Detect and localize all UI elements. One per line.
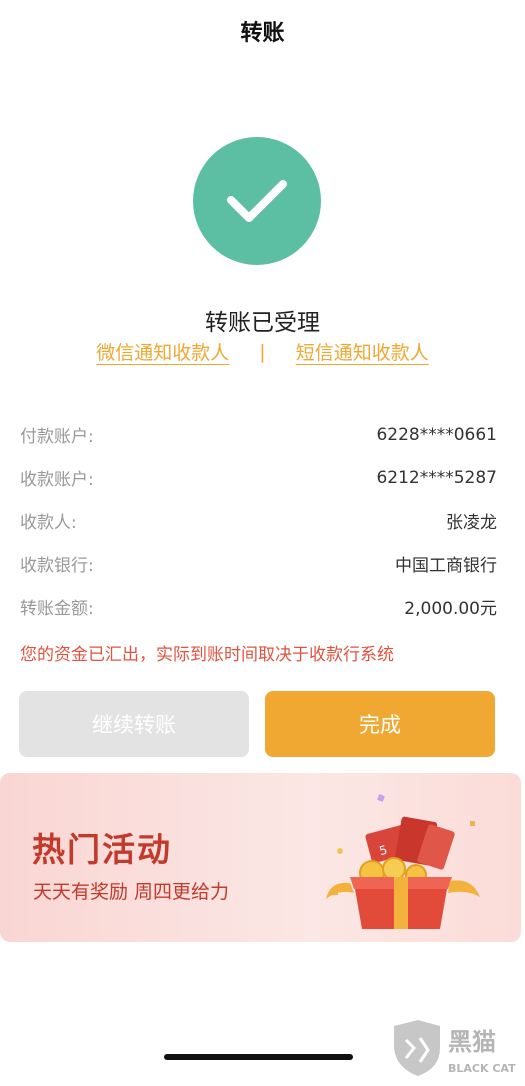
info-value: 中国工商银行 [395,556,497,576]
notify-row: 微信通知收款人 | 短信通知收款人 [0,338,525,365]
info-label: 付款账户: [20,427,94,447]
info-value: 2,000.00元 [404,599,497,619]
status-text: 转账已受理 [205,310,320,336]
info-value: 张凌龙 [446,513,497,533]
info-value: 6228****0661 [376,424,497,445]
home-indicator[interactable] [164,1054,353,1060]
banner-title: 热门活动 [32,830,172,869]
wechat-notify-link[interactable]: 微信通知收款人 [96,338,229,365]
info-row-payee-name: 收款人: 张凌龙 [20,499,497,542]
page-title: 转账 [240,21,285,46]
promo-banner[interactable]: 热门活动 天天有奖励 周四更给力 5 [0,773,521,942]
info-row-payee-bank: 收款银行: 中国工商银行 [20,542,497,585]
success-badge [193,137,321,265]
notify-separator: | [259,340,266,363]
watermark-brand: 黑猫 [448,1028,496,1056]
done-button[interactable]: 完成 [265,691,495,757]
info-label: 收款账户: [20,470,94,490]
continue-transfer-button[interactable]: 继续转账 [19,691,249,757]
info-label: 收款银行: [20,556,94,576]
info-label: 转账金额: [20,599,94,619]
watermark-logo: 黑猫 BLACK CAT [388,1018,523,1080]
info-row-amount: 转账金额: 2,000.00元 [20,585,497,628]
info-row-payer-account: 付款账户: 6228****0661 [20,413,497,456]
nav-bar: 转账 [0,0,525,62]
check-icon [227,180,287,222]
info-label: 收款人: [20,513,77,533]
info-row-payee-account: 收款账户: 6212****5287 [20,456,497,499]
transfer-details: 付款账户: 6228****0661 收款账户: 6212****5287 收款… [20,413,497,628]
info-value: 6212****5287 [376,467,497,488]
sms-notify-link[interactable]: 短信通知收款人 [296,338,429,365]
watermark-brand-en: BLACK CAT [448,1062,516,1075]
banner-subtitle: 天天有奖励 周四更给力 [33,881,230,903]
funds-notice: 您的资金已汇出，实际到账时间取决于收款行系统 [20,645,394,665]
gift-box-icon: 5 [326,794,480,929]
